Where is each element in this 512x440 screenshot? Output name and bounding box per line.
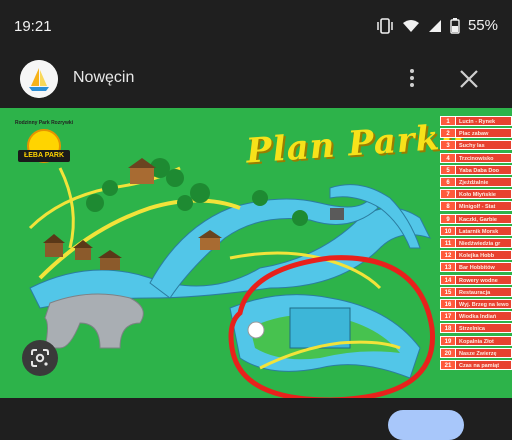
legend-label: Kopalnia Złot <box>456 335 512 346</box>
legend-number: 18 <box>440 323 456 334</box>
legend-label: Restauracja <box>456 286 512 297</box>
legend-label: Koło Młyńskie <box>456 189 512 200</box>
battery-percent: 55% <box>467 17 498 34</box>
more-vert-icon[interactable] <box>400 66 424 90</box>
legend-label: Suchy las <box>456 140 512 151</box>
legend-number: 11 <box>440 238 456 248</box>
map-legend: 1 Lucin - Rynek 2 Plac zabaw 3 Suchy las 4 Trzc… <box>440 116 512 384</box>
legend-row: 2 Plac zabaw <box>440 128 512 139</box>
legend-number: 15 <box>440 286 456 297</box>
legend-label: Bar Hobbitów <box>456 262 512 273</box>
legend-number: 21 <box>440 360 456 370</box>
legend-label: Trzcinowisko <box>456 152 512 163</box>
legend-label: Niedźwiedzia gr <box>456 238 512 248</box>
lens-icon <box>31 349 49 367</box>
legend-row: 11 Niedźwiedzia gr <box>440 238 512 248</box>
legend-label: Nasze Zwierzę <box>456 347 512 358</box>
close-icon[interactable] <box>456 66 482 92</box>
legend-label: Wiodka Indiań <box>456 311 512 322</box>
legend-number: 8 <box>440 201 456 212</box>
legend-row: 5 Yaba Daba Doo <box>440 164 512 175</box>
park-logo: Rodzinny Park Rozrywki ŁEBA PARK <box>14 120 74 172</box>
legend-label: Minigolf - Stat <box>456 201 512 212</box>
legend-row: 18 Strzelnica <box>440 323 512 334</box>
status-time: 19:21 <box>14 18 52 35</box>
app-header: Nowęcin <box>0 52 512 104</box>
legend-row: 3 Suchy las <box>440 140 512 151</box>
legend-label: Lucin - Rynek <box>456 116 512 126</box>
status-icons: 55% <box>376 17 498 34</box>
legend-number: 12 <box>440 250 456 261</box>
legend-label: Rowery wodne <box>456 274 512 285</box>
legend-row: 6 Zjeżdżalnie <box>440 177 512 187</box>
legend-row: 20 Nasze Zwierzę <box>440 347 512 358</box>
legend-row: 10 Latarnik Morsk <box>440 225 512 236</box>
battery-icon <box>450 17 460 34</box>
legend-row: 15 Restauracja <box>440 286 512 297</box>
legend-row: 17 Wiodka Indiań <box>440 311 512 322</box>
legend-row: 8 Minigolf - Stat <box>440 201 512 212</box>
legend-label: Zjeżdżalnie <box>456 177 512 187</box>
legend-number: 20 <box>440 347 456 358</box>
legend-row: 12 Kolejka Hobb <box>440 250 512 261</box>
legend-number: 9 <box>440 213 456 224</box>
sailboat-icon <box>20 60 58 98</box>
legend-number: 16 <box>440 299 456 309</box>
legend-number: 4 <box>440 152 456 163</box>
sun-logo-icon <box>27 129 61 163</box>
vibrate-icon <box>377 17 393 34</box>
park-map-image[interactable]: Rodzinny Park Rozrywki ŁEBA PARK Plan Pa… <box>0 108 512 398</box>
legend-row: 19 Kopalnia Złot <box>440 335 512 346</box>
status-bar: 19:21 55% <box>0 0 512 52</box>
legend-label: Wyj. Brzeg na lewo <box>456 299 512 309</box>
legend-label: Czas na pamiąt <box>456 360 512 370</box>
legend-number: 10 <box>440 225 456 236</box>
legend-row: 7 Koło Młyńskie <box>440 189 512 200</box>
legend-number: 3 <box>440 140 456 151</box>
legend-number: 14 <box>440 274 456 285</box>
legend-label: Kaczki, Garbie <box>456 213 512 224</box>
legend-number: 2 <box>440 128 456 139</box>
legend-row: 4 Trzcinowisko <box>440 152 512 163</box>
avatar[interactable] <box>20 60 58 98</box>
legend-number: 1 <box>440 116 456 126</box>
legend-number: 13 <box>440 262 456 273</box>
legend-row: 1 Lucin - Rynek <box>440 116 512 126</box>
legend-number: 19 <box>440 335 456 346</box>
legend-row: 14 Rowery wodne <box>440 274 512 285</box>
park-logo-name: ŁEBA PARK <box>18 150 70 162</box>
legend-row: 9 Kaczki, Garbie <box>440 213 512 224</box>
legend-label: Kolejka Hobb <box>456 250 512 261</box>
legend-label: Plac zabaw <box>456 128 512 139</box>
park-logo-subtitle: Rodzinny Park Rozrywki <box>14 120 74 126</box>
floating-action-button[interactable] <box>388 410 464 440</box>
legend-row: 13 Bar Hobbitów <box>440 262 512 273</box>
legend-label: Latarnik Morsk <box>456 225 512 236</box>
legend-number: 17 <box>440 311 456 322</box>
legend-number: 7 <box>440 189 456 200</box>
signal-icon <box>428 19 441 32</box>
legend-number: 6 <box>440 177 456 187</box>
legend-row: 16 Wyj. Brzeg na lewo <box>440 299 512 309</box>
legend-label: Yaba Daba Doo <box>456 164 512 175</box>
legend-row: 21 Czas na pamiąt <box>440 360 512 370</box>
lens-button[interactable] <box>22 340 58 376</box>
page-title: Nowęcin <box>73 69 135 86</box>
legend-label: Strzelnica <box>456 323 512 334</box>
wifi-icon <box>402 19 419 32</box>
legend-number: 5 <box>440 164 456 175</box>
